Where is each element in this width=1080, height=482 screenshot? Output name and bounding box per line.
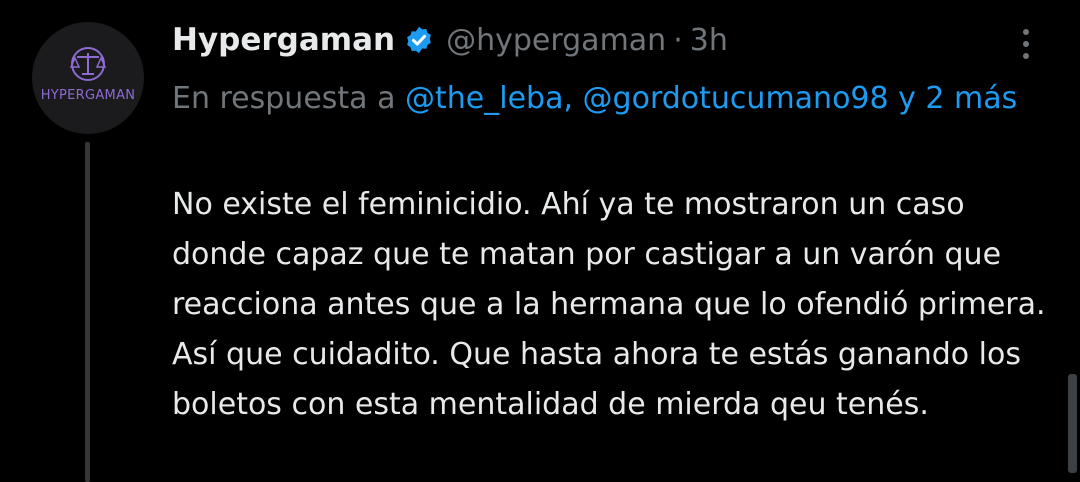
verified-badge-icon [407, 26, 431, 54]
tweet-header: Hypergaman @hypergaman · 3h [172, 16, 728, 64]
timestamp[interactable]: 3h [690, 23, 728, 58]
separator-dot: · [673, 22, 683, 58]
reply-more-link[interactable]: y 2 más [898, 81, 1017, 116]
reply-mentions-link[interactable]: @the_leba, @gordotucumano98 [405, 81, 889, 116]
scales-icon [69, 47, 107, 81]
avatar[interactable]: HYPERGAMAN [32, 22, 144, 134]
display-name[interactable]: Hypergaman [172, 22, 395, 58]
thread-line [85, 142, 90, 482]
reply-prefix: En respuesta a [172, 81, 396, 116]
username-handle[interactable]: @hypergaman [446, 23, 666, 58]
tweet-text: No existe el feminicidio. Ahí ya te most… [172, 187, 1046, 422]
scrollbar[interactable] [1068, 374, 1077, 473]
avatar-logo-text: HYPERGAMAN [40, 88, 136, 103]
reply-context: En respuesta a @the_leba, @gordotucumano… [172, 76, 1042, 121]
more-vertical-icon[interactable] [1012, 24, 1040, 64]
